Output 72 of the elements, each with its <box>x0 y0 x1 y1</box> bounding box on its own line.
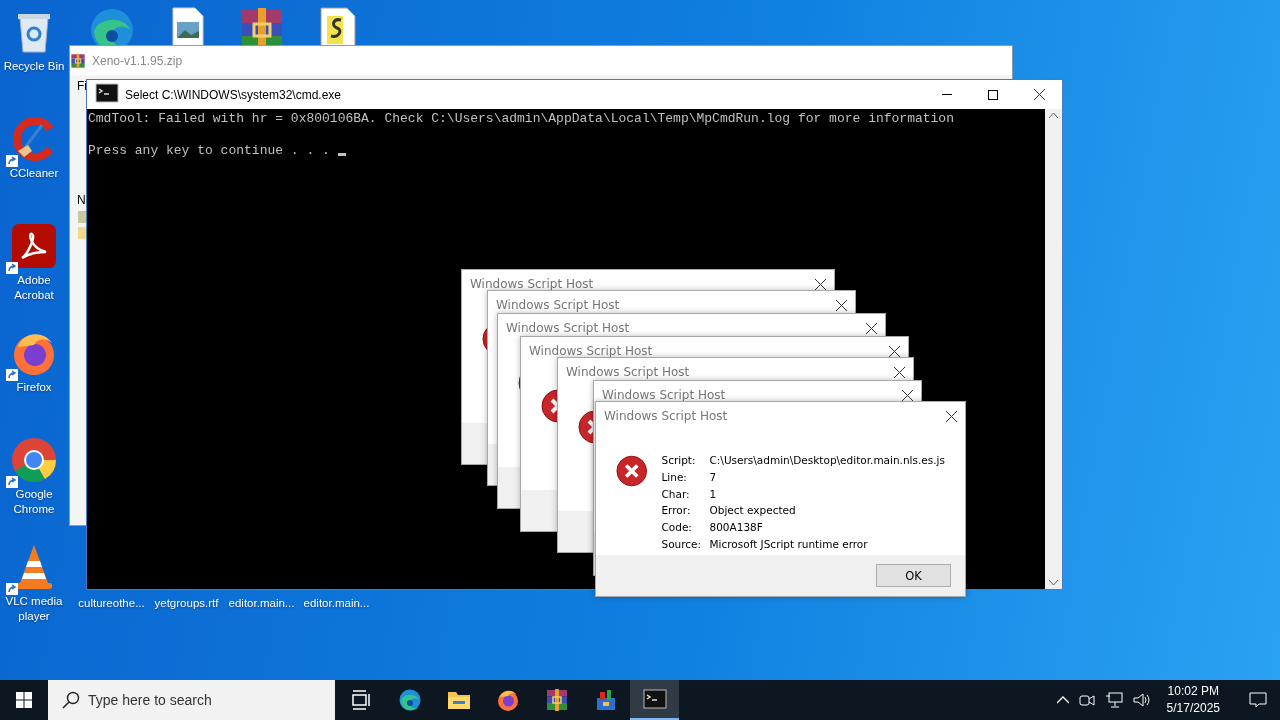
acrobat-icon <box>10 222 58 270</box>
menu-item[interactable]: Fi <box>77 79 87 93</box>
network-icon[interactable] <box>1104 692 1123 708</box>
dialog-title: Windows Script Host <box>604 409 729 423</box>
desktop-icon-label[interactable]: cultureothe... <box>74 597 149 609</box>
desktop-icon-label[interactable]: CCleaner <box>9 166 59 181</box>
volume-icon[interactable] <box>1132 692 1151 708</box>
field-label: Error: <box>661 504 692 519</box>
dialog-title: Windows Script Host <box>470 277 595 291</box>
clock-time[interactable]: 10:02 PM <box>1166 683 1220 700</box>
console-line: Press any key to continue . . . <box>88 143 330 158</box>
close-icon[interactable] <box>894 366 905 378</box>
field-value: C:\Users\admin\Desktop\editor.main.nls.es.js <box>709 454 945 468</box>
ok-button[interactable]: OK <box>876 564 951 587</box>
dialog-title: Windows Script Host <box>506 321 631 335</box>
windows-start-icon[interactable] <box>16 692 32 708</box>
dialog-title: Windows Script Host <box>602 388 727 402</box>
field-label: Source: <box>661 538 703 553</box>
desktop-icon-label[interactable]: yetgroups.rtf <box>149 597 224 609</box>
field-value: 1 <box>709 487 718 502</box>
task-view-icon[interactable] <box>349 689 372 711</box>
field-value: 7 <box>709 470 718 485</box>
field-label: Script: <box>661 454 697 468</box>
clock-date[interactable]: 5/17/2025 <box>1166 700 1220 717</box>
desktop-icon-label[interactable]: editor.main... <box>224 597 299 609</box>
chrome-icon <box>10 436 58 484</box>
winrar-icon <box>544 688 569 712</box>
winrar-icon <box>70 52 86 69</box>
close-icon[interactable] <box>902 389 913 401</box>
field-value: Microsoft JScript runtime error <box>709 538 869 553</box>
window-title: Xeno-v1.1.95.zip <box>92 53 184 68</box>
scroll-up-icon[interactable] <box>1049 112 1058 118</box>
maximize-icon[interactable] <box>988 89 998 100</box>
close-icon[interactable] <box>866 322 877 334</box>
console-icon[interactable] <box>642 689 667 709</box>
close-icon[interactable] <box>946 410 957 422</box>
desktop-icon-label[interactable]: Google Chrome <box>1 487 67 517</box>
search-icon <box>62 691 80 709</box>
close-icon[interactable] <box>815 278 826 290</box>
desktop-icon-label[interactable]: Adobe Acrobat <box>1 273 67 303</box>
edge-icon <box>397 688 422 712</box>
window-title: Select C:\WINDOWS\system32\cmd.exe <box>125 87 343 102</box>
text-cursor <box>337 153 346 156</box>
camera-icon[interactable] <box>1078 693 1095 707</box>
folder-icon[interactable] <box>446 689 471 711</box>
error-icon <box>616 454 648 488</box>
desktop-icon-label[interactable]: VLC media player <box>1 594 67 624</box>
search-field[interactable]: Type here to search <box>48 680 335 720</box>
close-icon[interactable] <box>1033 89 1045 100</box>
dialog-title: Windows Script Host <box>529 344 654 358</box>
dialog-title: Windows Script Host <box>496 298 621 312</box>
dialog-title: Windows Script Host <box>566 365 691 379</box>
close-icon[interactable] <box>889 345 900 357</box>
field-label: Line: <box>661 470 688 485</box>
minimize-icon[interactable] <box>942 93 952 96</box>
console-line: CmdTool: Failed with hr = 0x800106BA. Check C:\Users\admin\AppData\Local\Temp\MpCmdRun.log for more information <box>88 111 954 126</box>
close-icon[interactable] <box>836 299 847 311</box>
field-label: Char: <box>661 487 691 502</box>
console-icon[interactable] <box>95 83 119 103</box>
desktop-icon-label[interactable]: Firefox <box>16 380 52 395</box>
taskbar-app[interactable] <box>630 680 679 720</box>
firefox-icon <box>495 688 520 712</box>
column-header[interactable]: N <box>77 193 86 207</box>
chevron-up-icon[interactable] <box>1056 696 1069 704</box>
notification-icon[interactable] <box>1249 692 1267 708</box>
field-label: Code: <box>661 521 693 536</box>
scroll-down-icon[interactable] <box>1049 580 1058 586</box>
field-value: 800A138F <box>709 521 764 536</box>
field-value: Object expected <box>709 504 797 519</box>
desktop-icon-label[interactable]: Recycle Bin <box>3 59 65 74</box>
desktop-icon-label[interactable]: editor.main... <box>299 597 374 609</box>
scrollbar[interactable] <box>1045 109 1062 589</box>
